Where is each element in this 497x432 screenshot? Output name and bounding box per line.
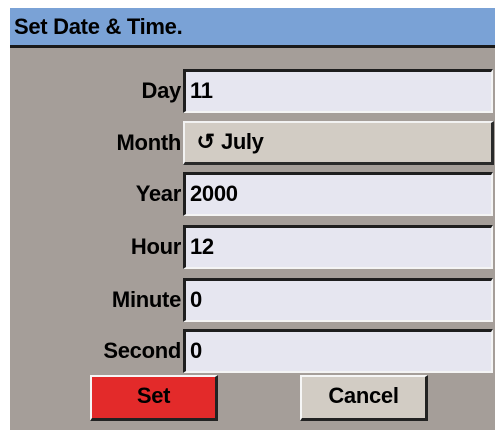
set-date-time-dialog: Set Date & Time. Day 11 Month ↻ July Year… bbox=[10, 8, 495, 430]
month-selector-button[interactable]: ↻ July bbox=[183, 121, 494, 165]
hour-field[interactable]: 12 bbox=[183, 225, 493, 269]
year-label: Year bbox=[135, 181, 182, 206]
cycle-icon: ↻ bbox=[197, 129, 216, 154]
minute-label: Minute bbox=[111, 287, 181, 312]
second-field[interactable]: 0 bbox=[183, 329, 493, 373]
second-label: Second bbox=[103, 338, 181, 363]
hour-label: Hour bbox=[130, 234, 181, 259]
year-field[interactable]: 2000 bbox=[183, 172, 493, 216]
cancel-button[interactable]: Cancel bbox=[300, 375, 428, 421]
month-label: Month bbox=[116, 130, 182, 155]
month-value: July bbox=[221, 129, 264, 154]
dialog-title: Set Date & Time. bbox=[14, 14, 183, 39]
day-label: Day bbox=[141, 78, 182, 103]
minute-field[interactable]: 0 bbox=[183, 278, 493, 322]
day-field[interactable]: 11 bbox=[183, 69, 493, 113]
title-bar[interactable]: Set Date & Time. bbox=[10, 8, 495, 48]
set-button[interactable]: Set bbox=[90, 375, 218, 421]
